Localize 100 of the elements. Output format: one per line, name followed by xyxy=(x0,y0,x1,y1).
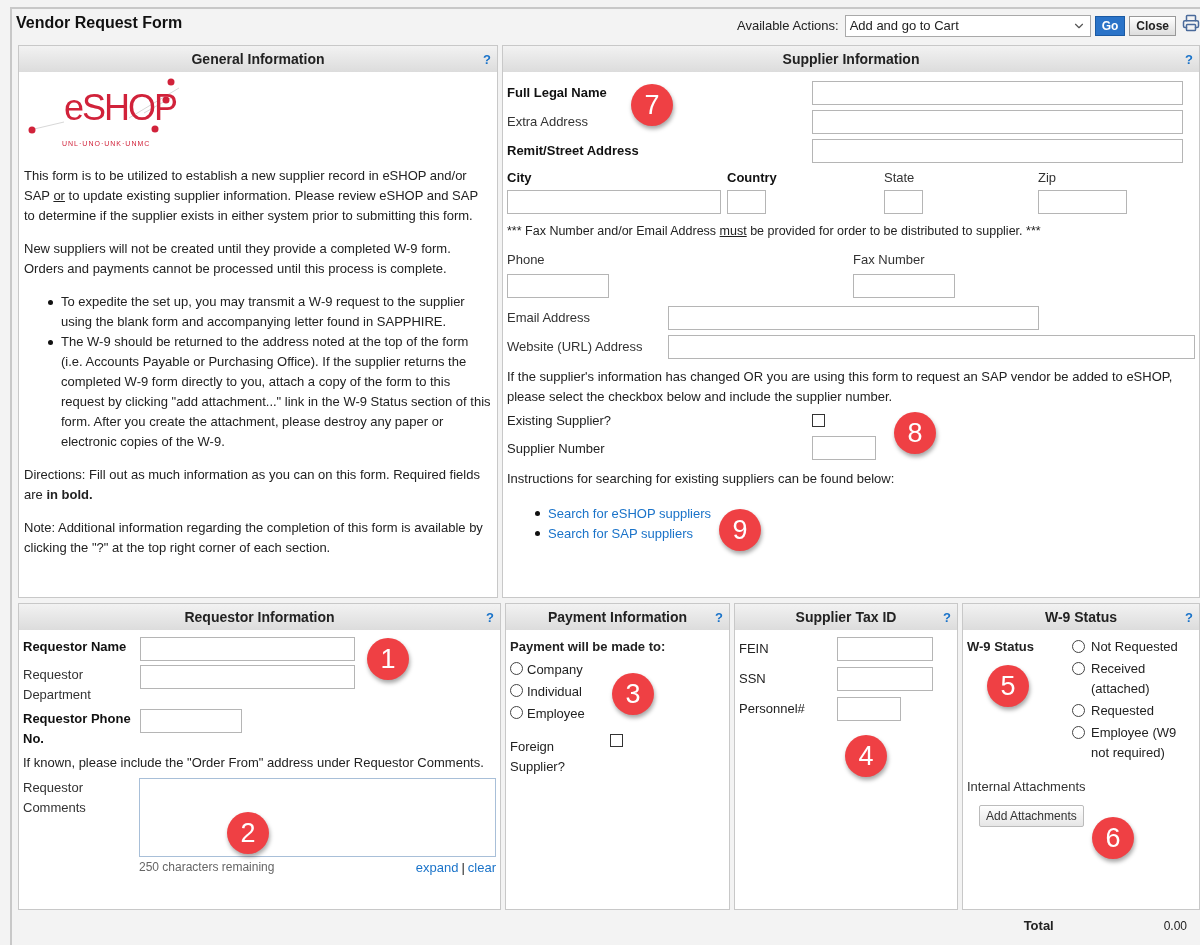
field-label: Country xyxy=(727,169,778,187)
help-link[interactable]: ? xyxy=(483,50,491,70)
help-link[interactable]: ? xyxy=(715,608,723,628)
payment-prompt: Payment will be made to: xyxy=(510,638,667,656)
field-label: Full Legal Name xyxy=(507,83,608,102)
field-label: Supplier Number xyxy=(507,439,606,458)
info-paragraph: If the supplier's information has changed OR you are using this form to request an SAP vendor be added to eSHOP, please select the checkbox below and include the supplier number. xyxy=(507,368,1174,407)
input-field[interactable] xyxy=(727,190,766,214)
input-field[interactable] xyxy=(812,80,1183,105)
notice-text: *** Fax Number and/or Email Address must be provided for order to be distributed to supplier. *** xyxy=(507,223,1042,240)
info-paragraph: This form is to be utilized to establish a new supplier record in eSHOP and/or SAP or to update existing supplier information. Please review eSHOP and SAP to determine if the supplier exists in either system prior to submitting this form. xyxy=(24,167,479,225)
option-label: Not Requested xyxy=(1091,638,1178,656)
panel-title: Requestor Information xyxy=(184,607,335,627)
field-label: Requestor Department xyxy=(23,666,92,704)
option-label: Individual xyxy=(527,682,582,701)
panel-title: Supplier Information xyxy=(782,49,920,69)
option-label: Employee (W9 not required) xyxy=(1091,724,1178,762)
help-link[interactable]: ? xyxy=(486,608,494,628)
close-button[interactable]: Close xyxy=(1129,16,1176,36)
radio-button[interactable] xyxy=(1072,662,1085,675)
total-value: 0.00 xyxy=(1163,918,1187,935)
info-paragraph: If known, please include the "Order From" address under Requestor Comments. xyxy=(23,754,485,772)
input-field[interactable] xyxy=(1038,190,1127,214)
checkbox[interactable] xyxy=(610,733,623,747)
input-field[interactable] xyxy=(837,637,933,661)
total-label: Total xyxy=(1023,917,1055,936)
field-label: W-9 Status xyxy=(967,639,1034,654)
checkbox[interactable] xyxy=(812,413,825,427)
info-paragraph: Note: Additional information regarding the completion of this form is available by clicking the "?" at the top right corner of each section. xyxy=(24,519,484,557)
input-field[interactable] xyxy=(140,709,242,733)
bullet-text: The W-9 should be returned to the address noted at the top of the form (i.e. Accounts Payable or Purchasing Office). If the supplier returns the completed W-9 form directly to you, attach a copy of the form to this request by clicking "add attachment..." link in the W-9 Status section of this form. After you create the attachment, please destroy any paper or electronic copies of the W-9. xyxy=(61,333,492,451)
panel-title: Payment Information xyxy=(547,607,688,627)
separator-text: | xyxy=(461,859,465,877)
input-field[interactable] xyxy=(507,274,609,299)
input-field[interactable] xyxy=(140,665,355,689)
radio-button[interactable] xyxy=(510,705,523,719)
print-icon[interactable] xyxy=(1182,14,1200,32)
help-link[interactable]: ? xyxy=(943,608,951,628)
field-label: Phone xyxy=(507,250,546,269)
input-field[interactable] xyxy=(837,697,901,721)
info-paragraph: Instructions for searching for existing suppliers can be found below: xyxy=(507,470,896,489)
radio-button[interactable] xyxy=(1072,640,1085,653)
input-field[interactable] xyxy=(507,190,721,214)
field-label: Zip xyxy=(1038,169,1058,187)
bullet-icon xyxy=(48,340,53,345)
input-field[interactable] xyxy=(884,190,923,214)
field-label: FEIN xyxy=(739,640,770,659)
radio-button[interactable] xyxy=(510,683,523,697)
attachments-label: Internal Attachments xyxy=(967,778,1087,796)
character-counter: 250 characters remaining xyxy=(139,859,275,876)
form-title: Vendor Request Form xyxy=(16,13,183,33)
input-field[interactable] xyxy=(853,274,955,299)
input-field[interactable] xyxy=(812,138,1183,163)
field-label: Existing Supplier? xyxy=(507,411,613,430)
input-field[interactable] xyxy=(837,667,933,691)
input-field[interactable] xyxy=(812,109,1183,134)
help-link[interactable]: ? xyxy=(1185,50,1193,70)
option-label: Employee xyxy=(527,704,585,723)
go-button[interactable]: Go xyxy=(1094,16,1126,36)
search-link[interactable]: Search for SAP suppliers xyxy=(548,524,693,544)
radio-button[interactable] xyxy=(1072,704,1085,717)
info-paragraph: New suppliers will not be created until they provide a completed W-9 form. Orders and payments cannot be processed until this process is complete. xyxy=(24,240,452,278)
add-attachments-button[interactable]: Add Attachments xyxy=(979,804,1084,827)
field-label: Email Address xyxy=(507,309,592,327)
field-label: Fax Number xyxy=(853,250,926,269)
option-label: Requested xyxy=(1091,702,1154,720)
field-label: State xyxy=(884,169,916,187)
bullet-text: To expedite the set up, you may transmit a W-9 request to the supplier using the blank form and accompanying letter found in SAPPHIRE. xyxy=(61,293,466,331)
panel-title: Supplier Tax ID xyxy=(795,607,897,627)
clear-link[interactable]: clear xyxy=(467,858,496,878)
actions-dropdown[interactable]: Add and go to Cart xyxy=(844,15,1091,37)
radio-button[interactable] xyxy=(1072,726,1085,739)
field-label: Website (URL) Address xyxy=(507,338,644,356)
expand-link[interactable]: expand xyxy=(415,858,459,878)
field-label: Foreign Supplier? xyxy=(510,737,566,776)
field-label: SSN xyxy=(739,670,767,689)
field-label: Personnel# xyxy=(739,700,806,719)
field-label: City xyxy=(507,169,533,187)
comments-field[interactable] xyxy=(139,778,496,857)
help-link[interactable]: ? xyxy=(1185,608,1193,628)
input-field[interactable] xyxy=(140,637,355,661)
option-label: Received (attached) xyxy=(1091,660,1151,698)
input-field[interactable] xyxy=(668,305,1039,330)
input-field[interactable] xyxy=(812,436,876,461)
panel-title: General Information xyxy=(191,49,325,69)
info-paragraph: Directions: Fill out as much information as you can on this form. Required fields are in bold. xyxy=(24,466,481,504)
field-label: Requestor Name xyxy=(23,638,128,656)
field-label: Requestor Comments xyxy=(23,779,87,817)
actions-label: Available Actions: xyxy=(736,17,839,36)
radio-button[interactable] xyxy=(510,661,523,675)
field-label: Remit/Street Address xyxy=(507,141,640,160)
field-label: Extra Address xyxy=(507,112,589,131)
option-label: Company xyxy=(527,660,583,679)
bullet-icon xyxy=(48,300,53,305)
bullet-icon xyxy=(535,531,540,537)
search-link[interactable]: Search for eSHOP suppliers xyxy=(548,504,712,524)
field-label: Requestor Phone No. xyxy=(23,710,132,748)
panel-title: W-9 Status xyxy=(1044,607,1118,627)
bullet-icon xyxy=(535,511,540,517)
input-field[interactable] xyxy=(668,334,1195,359)
